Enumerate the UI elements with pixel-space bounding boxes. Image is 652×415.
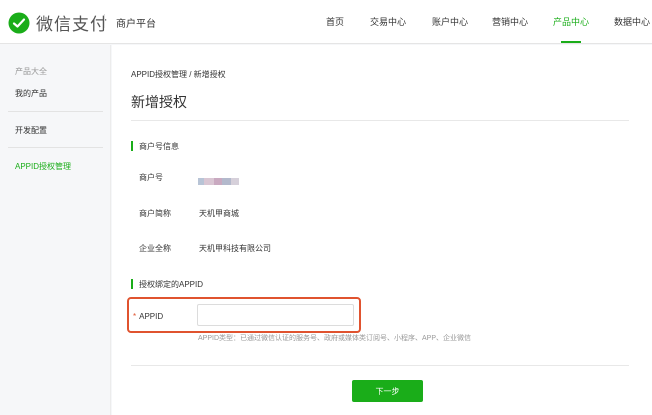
nav-trade-center[interactable]: 交易中心: [370, 15, 406, 28]
company-full-name-value: 天机甲科技有限公司: [199, 244, 271, 253]
footer-divider: [131, 365, 629, 366]
title-divider: [131, 120, 629, 121]
nav-home[interactable]: 首页: [326, 15, 344, 28]
appid-label: * APPID: [133, 312, 163, 321]
sidebar-item-dev-config[interactable]: 开发配置: [15, 125, 47, 136]
page-title: 新增授权: [131, 94, 187, 110]
main-content: APPID授权管理 / 新增授权 新增授权 商户号信息 商户号 商户简称 天机甲…: [112, 45, 652, 415]
active-nav-indicator: [561, 41, 581, 43]
nav-product-center[interactable]: 产品中心: [553, 15, 589, 28]
merchant-short-name-value: 天机甲商城: [199, 209, 239, 218]
required-mark: *: [133, 312, 137, 321]
merchant-info-section-header: 商户号信息: [131, 141, 179, 151]
section-title: 授权绑定的APPID: [139, 279, 204, 289]
nav-account-center[interactable]: 账户中心: [432, 15, 468, 28]
nav-data-center[interactable]: 数据中心: [614, 15, 650, 28]
section-title: 商户号信息: [139, 141, 179, 151]
appid-hint: APPID类型：已通过微信认证的服务号、政府或媒体类订阅号、小程序、APP、企业…: [198, 335, 472, 342]
sidebar: 产品大全 我的产品 开发配置 APPID授权管理: [0, 45, 111, 415]
section-marker: [131, 279, 133, 289]
section-marker: [131, 141, 133, 151]
sidebar-divider: [8, 147, 103, 148]
merchant-short-name-label: 商户简称: [139, 209, 171, 218]
appid-input[interactable]: [197, 304, 354, 326]
merchant-id-label: 商户号: [139, 173, 163, 182]
nav-marketing-center[interactable]: 营销中心: [492, 15, 528, 28]
sidebar-item-appid-auth[interactable]: APPID授权管理: [15, 161, 71, 172]
company-full-name-label: 企业全称: [139, 244, 171, 253]
sidebar-item-my-products[interactable]: 我的产品: [15, 88, 47, 99]
appid-label-text: APPID: [139, 312, 164, 321]
top-nav: 首页 交易中心 账户中心 营销中心 产品中心 数据中心: [0, 0, 652, 44]
merchant-id-masked-value: [198, 172, 242, 185]
breadcrumb: APPID授权管理 / 新增授权: [131, 70, 226, 79]
sidebar-divider: [8, 111, 103, 112]
appid-section-header: 授权绑定的APPID: [131, 279, 203, 289]
next-step-button[interactable]: 下一步: [352, 380, 423, 402]
sidebar-group-label: 产品大全: [15, 67, 47, 76]
top-bar: 微信支付 商户平台 首页 交易中心 账户中心 营销中心 产品中心 数据中心: [0, 0, 652, 44]
